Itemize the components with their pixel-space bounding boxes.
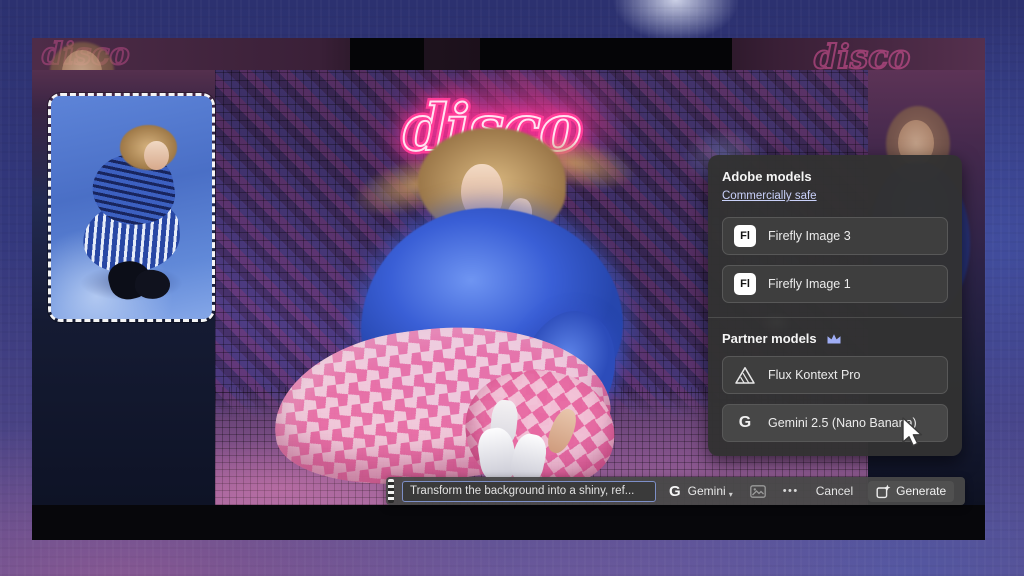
generative-prompt-bar: G Gemini ▾ ••• Cancel Generate bbox=[386, 477, 965, 505]
model-selector-button[interactable]: G Gemini ▾ bbox=[669, 483, 733, 500]
app-stage: disco disco disco disco bbox=[0, 0, 1024, 576]
generate-label: Generate bbox=[896, 484, 946, 498]
reference-photo bbox=[51, 96, 212, 319]
google-g-icon: G bbox=[669, 483, 681, 500]
mouse-cursor bbox=[901, 417, 931, 449]
reference-image-button[interactable] bbox=[750, 485, 766, 498]
model-option-label: Firefly Image 1 bbox=[768, 277, 851, 291]
model-option-flux-kontext-pro[interactable]: Flux Kontext Pro bbox=[722, 356, 948, 394]
generate-button[interactable]: Generate bbox=[868, 481, 954, 502]
premium-crown-icon bbox=[826, 332, 842, 345]
selection-ants-edge bbox=[388, 479, 394, 503]
prompt-input[interactable] bbox=[402, 481, 656, 502]
strip-black-block bbox=[480, 38, 732, 70]
canvas-bottom-bar bbox=[32, 505, 985, 540]
generate-sparkle-icon bbox=[876, 484, 891, 499]
divider bbox=[708, 317, 962, 318]
adobe-models-heading: Adobe models bbox=[722, 169, 948, 184]
model-option-firefly-image-3[interactable]: Fl Firefly Image 3 bbox=[722, 217, 948, 255]
cancel-button[interactable]: Cancel bbox=[816, 484, 853, 498]
flux-icon bbox=[734, 366, 756, 385]
figure-face bbox=[144, 141, 168, 170]
model-option-label: Flux Kontext Pro bbox=[768, 368, 860, 382]
partner-models-heading: Partner models bbox=[722, 331, 817, 346]
firefly-icon: Fl bbox=[734, 273, 756, 295]
strip-black-block bbox=[350, 38, 424, 70]
image-icon bbox=[750, 485, 766, 498]
more-options-button[interactable]: ••• bbox=[783, 485, 799, 497]
firefly-icon: Fl bbox=[734, 225, 756, 247]
model-selector-label: Gemini bbox=[688, 484, 726, 498]
google-g-icon: G bbox=[734, 414, 756, 432]
model-picker-panel: Adobe models Commercially safe Fl Firefl… bbox=[708, 155, 962, 456]
model-option-label: Gemini 2.5 (Nano Banana) bbox=[768, 416, 917, 430]
tiled-top-strip: disco disco bbox=[32, 38, 985, 70]
commercially-safe-link[interactable]: Commercially safe bbox=[722, 190, 817, 202]
model-option-firefly-image-1[interactable]: Fl Firefly Image 1 bbox=[722, 265, 948, 303]
chevron-down-icon: ▾ bbox=[729, 490, 733, 499]
model-option-label: Firefly Image 3 bbox=[768, 229, 851, 243]
selection-region[interactable] bbox=[48, 93, 215, 322]
